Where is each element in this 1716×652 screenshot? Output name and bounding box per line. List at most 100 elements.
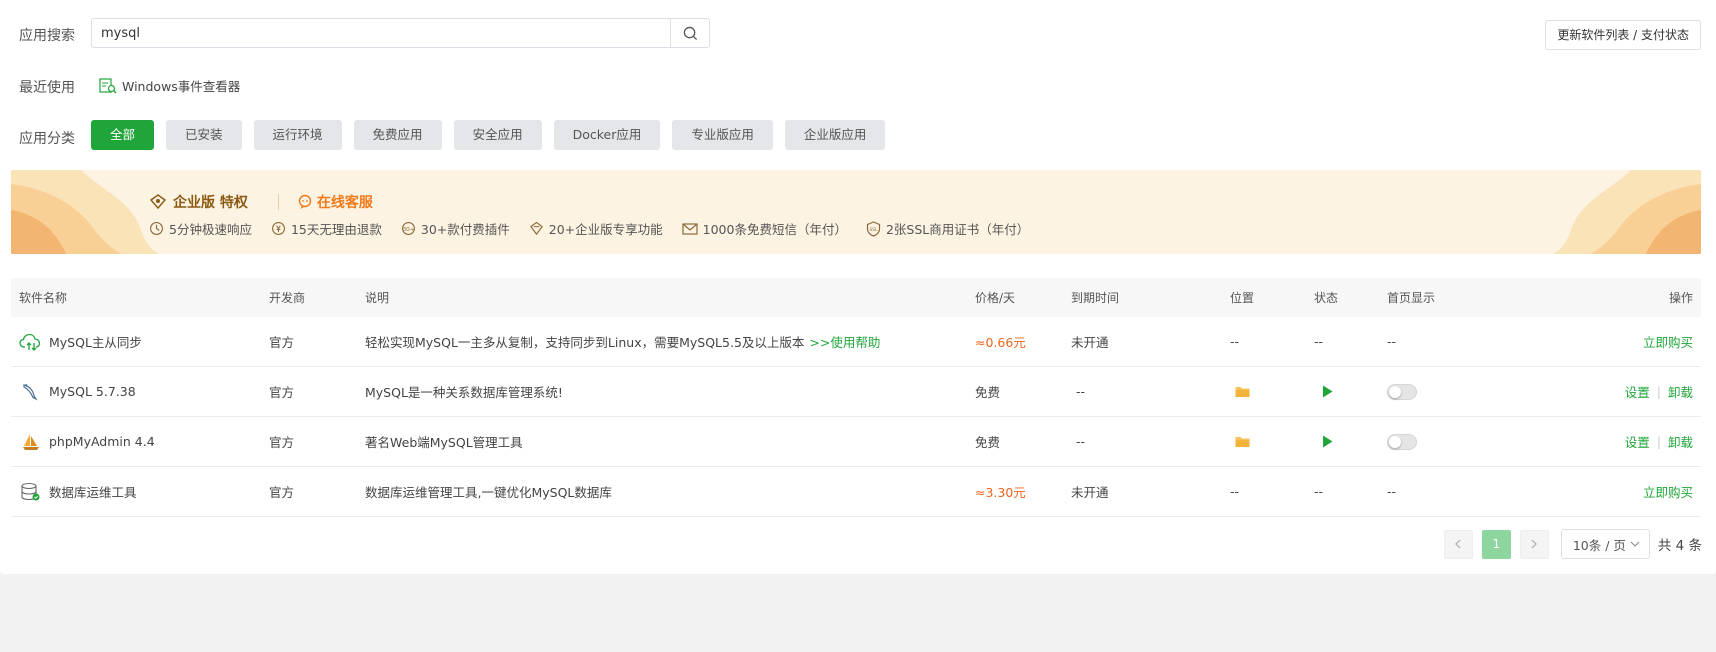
- category-installed[interactable]: 已安装: [166, 120, 242, 150]
- banner-header: 企业版 特权 在线客服: [149, 192, 373, 212]
- feature-item: 1000条免费短信（年付）: [682, 219, 847, 238]
- feature-item: 5分钟极速响应: [149, 219, 252, 238]
- location-cell: --: [1230, 334, 1240, 349]
- pagination: 1 10条 / 页 共 4 条: [1443, 529, 1702, 559]
- fast-response-icon: [150, 222, 163, 235]
- software-name-cell: MySQL 5.7.38: [19, 382, 136, 402]
- svg-text:SSL: SSL: [869, 227, 878, 233]
- banner-decoration-right: [1553, 170, 1701, 254]
- developer-cell: 官方: [269, 385, 295, 400]
- category-runtime[interactable]: 运行环境: [253, 120, 342, 150]
- feature-label: 2张SSL商用证书（年付）: [885, 222, 1030, 237]
- category-all[interactable]: 全部: [91, 120, 155, 150]
- mail-icon: [682, 222, 698, 235]
- description-text: 轻松实现MySQL一主多从复制，支持同步到Linux，需要MySQL5.5及以上…: [365, 335, 805, 350]
- feature-label: 1000条免费短信（年付）: [702, 222, 847, 237]
- category-enterprise[interactable]: 企业版应用: [784, 120, 886, 150]
- expire-cell: --: [1076, 434, 1086, 449]
- help-link[interactable]: >>使用帮助: [809, 332, 880, 351]
- homepage-cell: --: [1387, 484, 1397, 499]
- refund-icon: [271, 222, 285, 235]
- prev-page-button[interactable]: [1443, 529, 1473, 559]
- price-cell: ≈3.30元: [975, 485, 1026, 500]
- folder-icon: [1235, 437, 1250, 447]
- table-header: 软件名称 开发商 说明 价格/天 到期时间 位置 状态 首页显示 操作: [11, 278, 1701, 317]
- settings-link[interactable]: 设置: [1625, 382, 1650, 401]
- enterprise-title: 企业版 特权: [173, 195, 248, 211]
- uninstall-link[interactable]: 卸载: [1668, 432, 1693, 451]
- status-cell: --: [1314, 484, 1324, 499]
- chevron-down-icon: [1630, 541, 1640, 547]
- online-service-link[interactable]: 在线客服: [297, 192, 373, 212]
- page-size-select[interactable]: 10条 / 页: [1560, 529, 1650, 559]
- homepage-toggle[interactable]: [1387, 383, 1417, 400]
- cloud-sync-icon: [19, 333, 41, 351]
- enterprise-banner[interactable]: 企业版 特权 在线客服 5分钟极速响应 15天无理由退款 30+ 30+款付费插…: [11, 170, 1701, 254]
- diamond-icon: [529, 221, 543, 236]
- category-docker[interactable]: Docker应用: [553, 120, 661, 150]
- header-developer: 开发商: [269, 291, 306, 305]
- update-software-list-button[interactable]: 更新软件列表 / 支付状态: [1545, 20, 1701, 50]
- uninstall-link[interactable]: 卸载: [1668, 382, 1693, 401]
- homepage-toggle[interactable]: [1387, 433, 1417, 450]
- enterprise-icon: [149, 194, 167, 210]
- action-divider: |: [1656, 434, 1661, 449]
- feature-label: 5分钟极速响应: [169, 222, 252, 237]
- header-location: 位置: [1230, 291, 1255, 305]
- buy-now-link[interactable]: 立即购买: [1643, 332, 1693, 351]
- feature-label: 20+企业版专享功能: [548, 222, 663, 237]
- feature-list: 5分钟极速响应 15天无理由退款 30+ 30+款付费插件 20+企业版专享功能…: [149, 219, 1029, 238]
- search-icon: [683, 26, 697, 40]
- online-service-label: 在线客服: [316, 195, 373, 211]
- price-cell: 免费: [975, 435, 1001, 450]
- table-row: MySQL 5.7.38 官方 MySQL是一种关系数据库管理系统! 免费 --…: [11, 367, 1701, 417]
- category-pro[interactable]: 专业版应用: [672, 120, 773, 150]
- expire-cell: 未开通: [1071, 335, 1109, 350]
- chat-icon: [298, 194, 312, 209]
- service-status-button[interactable]: [1322, 385, 1333, 398]
- search-input[interactable]: [92, 19, 670, 47]
- software-name: 数据库运维工具: [49, 485, 137, 500]
- actions-cell: 设置 | 卸载: [1625, 432, 1693, 451]
- price-cell: ≈0.66元: [975, 335, 1026, 350]
- homepage-toggle-cell: [1387, 383, 1417, 400]
- header-description: 说明: [365, 291, 390, 305]
- ssl-shield-icon: SSL: [866, 220, 881, 237]
- table-row: 数据库运维工具 官方 数据库运维管理工具,一键优化MySQL数据库 ≈3.30元…: [11, 467, 1701, 517]
- description-cell: 轻松实现MySQL一主多从复制，支持同步到Linux，需要MySQL5.5及以上…: [365, 332, 880, 351]
- settings-link[interactable]: 设置: [1625, 432, 1650, 451]
- table-row: MySQL主从同步 官方 轻松实现MySQL一主多从复制，支持同步到Linux，…: [11, 317, 1701, 367]
- page-number-current[interactable]: 1: [1481, 529, 1511, 559]
- software-name: MySQL主从同步: [49, 335, 142, 350]
- next-page-button[interactable]: [1519, 529, 1549, 559]
- recent-item-event-viewer[interactable]: Windows事件查看器: [99, 76, 240, 95]
- open-folder-button[interactable]: [1235, 385, 1250, 398]
- dolphin-icon: [23, 383, 38, 401]
- feature-item: 20+企业版专享功能: [529, 219, 663, 238]
- software-name-cell: 数据库运维工具: [19, 482, 137, 502]
- banner-decoration-left: [11, 170, 159, 254]
- expire-cell: --: [1076, 384, 1086, 399]
- svg-text:30+: 30+: [402, 227, 414, 233]
- database-tool-icon: [21, 482, 40, 500]
- software-name-cell: phpMyAdmin 4.4: [19, 432, 155, 452]
- buy-now-link[interactable]: 立即购买: [1643, 482, 1693, 501]
- developer-cell: 官方: [269, 335, 295, 350]
- category-security[interactable]: 安全应用: [453, 120, 542, 150]
- total-count: 共 4 条: [1657, 538, 1702, 554]
- status-cell: --: [1314, 334, 1324, 349]
- service-status-button[interactable]: [1322, 435, 1333, 448]
- software-name: MySQL 5.7.38: [49, 384, 136, 399]
- category-filter: 全部 已安装 运行环境 免费应用 安全应用 Docker应用 专业版应用 企业版…: [91, 120, 886, 150]
- recent-label: 最近使用: [19, 80, 75, 96]
- feature-label: 30+款付费插件: [420, 222, 510, 237]
- developer-cell: 官方: [269, 485, 295, 500]
- category-free[interactable]: 免费应用: [353, 120, 442, 150]
- open-folder-button[interactable]: [1235, 435, 1250, 448]
- search-button[interactable]: [670, 19, 709, 47]
- description-cell: MySQL是一种关系数据库管理系统!: [365, 385, 563, 400]
- homepage-cell: --: [1387, 334, 1397, 349]
- play-icon: [1323, 435, 1333, 448]
- play-icon: [1323, 385, 1333, 398]
- feature-label: 15天无理由退款: [290, 222, 382, 237]
